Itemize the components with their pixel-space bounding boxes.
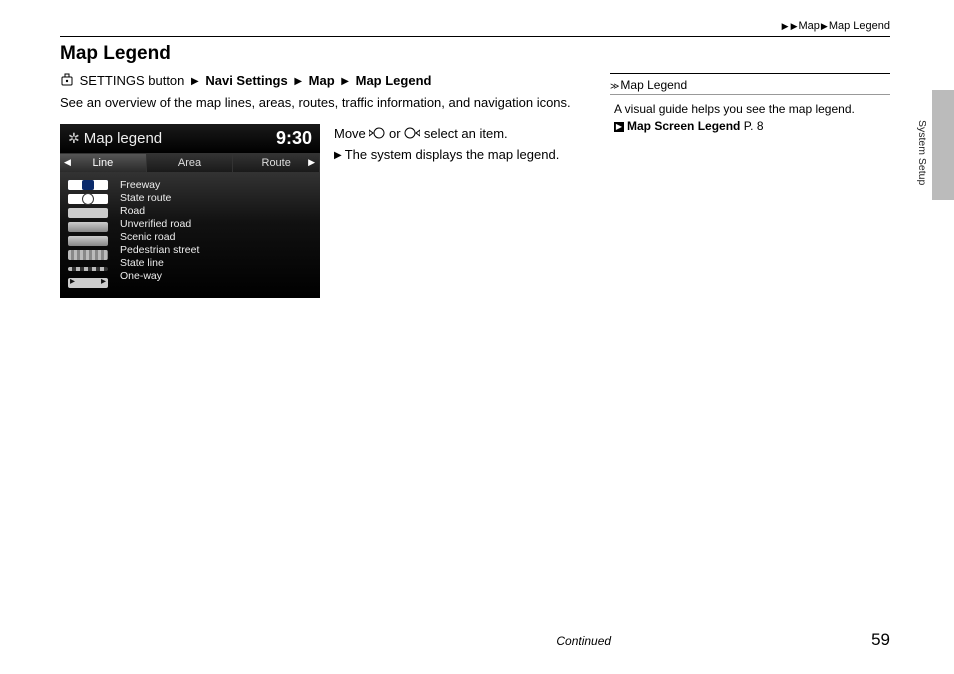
path-settings: SETTINGS button xyxy=(80,73,185,88)
instruction-block: Move or select an item. ▶The system disp… xyxy=(334,124,559,298)
page-ref: 8 xyxy=(757,119,764,133)
sidebar-heading: ≫Map Legend xyxy=(610,78,890,95)
state-route-icon xyxy=(68,194,108,204)
state-line-icon xyxy=(68,267,108,271)
knob-right-icon xyxy=(404,125,420,145)
chevron-right-icon: ▶ xyxy=(821,21,828,32)
tab-route[interactable]: Route xyxy=(233,154,320,172)
nav-path: SETTINGS button ▶ Navi Settings ▶ Map ▶ … xyxy=(60,73,580,90)
knob-left-icon xyxy=(369,125,385,145)
chevron-right-icon: ▶ xyxy=(791,21,798,32)
screenshot-tabs: Line Area Route xyxy=(60,154,320,172)
unverified-road-icon xyxy=(68,222,108,232)
path-step: Map xyxy=(309,73,335,88)
breadcrumb-seg: Map Legend xyxy=(829,20,890,32)
sidebar-heading-text: Map Legend xyxy=(620,78,687,92)
or-text: or xyxy=(389,126,401,141)
move-prefix: Move xyxy=(334,126,366,141)
page-number: 59 xyxy=(871,630,890,650)
main-column: SETTINGS button ▶ Navi Settings ▶ Map ▶ … xyxy=(60,73,580,298)
legend-item: Road xyxy=(120,205,320,218)
sidebar-column: ≫Map Legend A visual guide helps you see… xyxy=(610,73,890,298)
description: See an overview of the map lines, areas,… xyxy=(60,94,580,112)
settings-button-icon xyxy=(60,73,74,90)
gear-icon: ✲ xyxy=(68,130,80,147)
screenshot-title: Map legend xyxy=(84,130,276,147)
sidebar-link[interactable]: Map Screen Legend xyxy=(627,119,740,133)
chevron-right-icon: ▶ xyxy=(782,21,789,32)
tab-line[interactable]: Line xyxy=(60,154,147,172)
clock: 9:30 xyxy=(276,128,312,149)
chevron-right-icon: ▶ xyxy=(191,76,199,87)
legend-item: Unverified road xyxy=(120,218,320,231)
legend-label-column: Freeway State route Road Unverified road… xyxy=(116,178,320,288)
legend-item: State line xyxy=(120,257,320,270)
pedestrian-street-icon xyxy=(68,250,108,260)
tab-area[interactable]: Area xyxy=(147,154,234,172)
path-step: Navi Settings xyxy=(205,73,287,88)
path-step: Map Legend xyxy=(356,73,432,88)
page-footer: Continued 59 xyxy=(60,630,890,650)
legend-item: Pedestrian street xyxy=(120,244,320,257)
one-way-icon xyxy=(68,278,108,288)
chevron-right-icon: ▶ xyxy=(334,150,342,161)
section-tab-label: System Setup xyxy=(916,120,928,185)
page-ref-prefix: P. xyxy=(744,119,754,133)
sidebar-body-text: A visual guide helps you see the map leg… xyxy=(614,101,886,118)
page-title: Map Legend xyxy=(60,43,890,65)
legend-item: Scenic road xyxy=(120,231,320,244)
chevron-right-icon: ▶ xyxy=(341,76,349,87)
move-suffix: select an item. xyxy=(424,126,508,141)
freeway-icon xyxy=(68,180,108,190)
device-screenshot: ✲ Map legend 9:30 Line Area Route xyxy=(60,124,320,298)
link-icon: ▶ xyxy=(614,122,624,132)
divider xyxy=(60,36,890,37)
legend-item: One-way xyxy=(120,270,320,283)
breadcrumb: ▶▶Map▶Map Legend xyxy=(60,20,890,36)
thumb-tab[interactable] xyxy=(932,90,954,200)
instruction-result: The system displays the map legend. xyxy=(345,147,560,162)
legend-icon-column xyxy=(60,178,116,288)
scenic-road-icon xyxy=(68,236,108,246)
breadcrumb-seg: Map xyxy=(799,20,820,32)
continued-label: Continued xyxy=(556,634,611,648)
legend-item: State route xyxy=(120,192,320,205)
road-icon xyxy=(68,208,108,218)
double-chevron-icon: ≫ xyxy=(610,81,617,91)
chevron-right-icon: ▶ xyxy=(294,76,302,87)
legend-item: Freeway xyxy=(120,179,320,192)
